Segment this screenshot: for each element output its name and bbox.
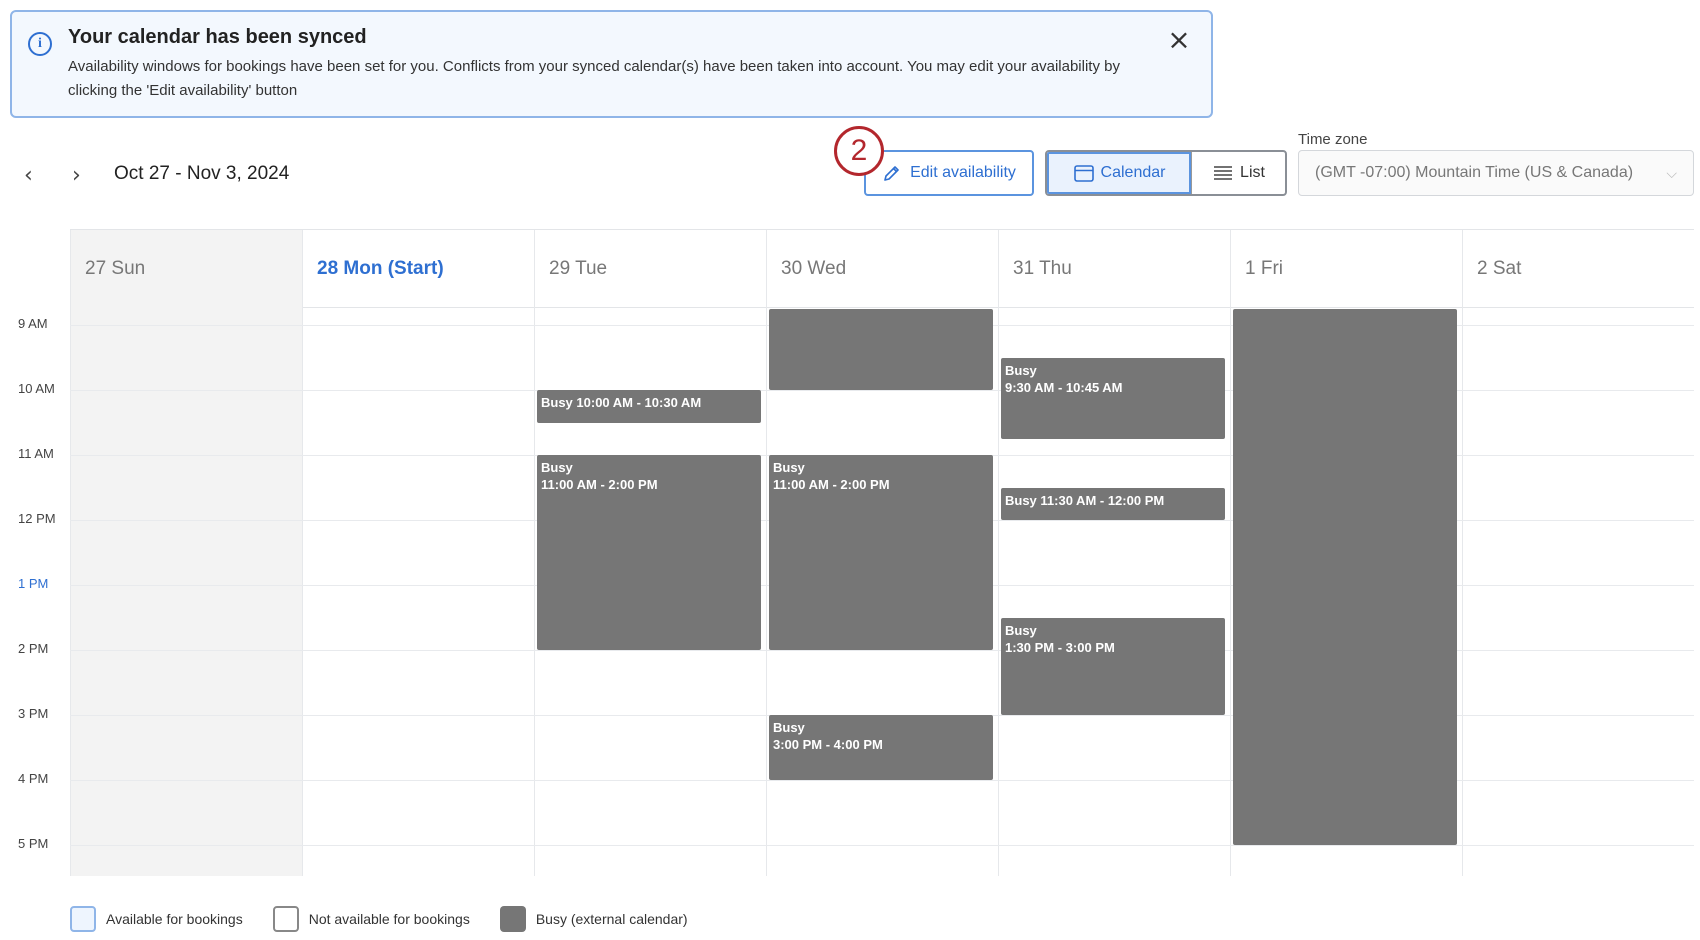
event-label: Busy xyxy=(541,460,573,475)
legend-label: Not available for bookings xyxy=(308,911,470,927)
day-header: 31 Thu xyxy=(1013,258,1072,279)
chevron-down-icon: ⌵ xyxy=(1666,164,1677,181)
hour-label: 11 AM xyxy=(18,446,54,461)
timezone-select[interactable]: (GMT -07:00) Mountain Time (US & Canada)… xyxy=(1298,150,1694,196)
date-range: Oct 27 - Nov 3, 2024 xyxy=(114,163,290,184)
info-icon: i xyxy=(28,32,52,56)
busy-event[interactable] xyxy=(1233,308,1457,845)
banner-message: Availability windows for bookings have b… xyxy=(68,58,1120,99)
hour-label: 2 PM xyxy=(18,641,49,656)
day-header: 30 Wed xyxy=(781,258,847,279)
event-time: 11:00 AM - 2:00 PM xyxy=(541,477,658,492)
hour-label: 4 PM xyxy=(18,771,49,786)
event-time: 3:00 PM - 4:00 PM xyxy=(773,737,883,752)
day-header: 28 Mon (Start) xyxy=(317,258,444,279)
day-header: 2 Sat xyxy=(1477,258,1522,279)
hour-label: 9 AM xyxy=(18,316,48,331)
chevron-right-icon[interactable]: › xyxy=(72,163,81,188)
hour-label: 10 AM xyxy=(18,381,55,396)
calendar-icon xyxy=(1073,165,1094,182)
event-time: 1:30 PM - 3:00 PM xyxy=(1005,639,1115,655)
event-label: Busy 10:00 AM - 10:30 AM xyxy=(541,395,702,410)
timezone-label: Time zone xyxy=(1298,131,1368,148)
day-header: 1 Fri xyxy=(1245,258,1283,279)
chevron-left-icon[interactable]: ‹ xyxy=(24,163,33,188)
busy-event[interactable]: Busy 11:00 AM - 2:00 PM xyxy=(537,455,761,650)
legend-item: Busy (external calendar) xyxy=(499,906,688,932)
list-view-button[interactable]: List xyxy=(1191,152,1285,194)
busy-event[interactable]: Busy 9:30 AM - 10:45 AM xyxy=(1001,357,1225,439)
hour-label: 5 PM xyxy=(18,836,49,851)
event-time: 11:00 AM - 2:00 PM xyxy=(773,477,890,492)
busy-event[interactable]: Busy 3:00 PM - 4:00 PM xyxy=(769,715,993,780)
list-view-label: List xyxy=(1240,164,1265,181)
close-icon[interactable]: × xyxy=(1165,26,1193,54)
legend-label: Available for bookings xyxy=(106,911,243,927)
day-header: 27 Sun xyxy=(85,258,146,279)
day-header: 29 Tue xyxy=(549,258,608,279)
pencil-icon xyxy=(884,166,899,181)
timezone-value: (GMT -07:00) Mountain Time (US & Canada) xyxy=(1315,164,1634,181)
event-label: Busy xyxy=(773,720,805,735)
event-label: Busy xyxy=(773,460,805,475)
event-label: Busy xyxy=(1005,362,1037,378)
sync-banner: i Your calendar has been synced Availabi… xyxy=(10,10,1213,118)
hour-label: 3 PM xyxy=(18,706,49,721)
busy-event[interactable]: Busy 1:30 PM - 3:00 PM xyxy=(1001,617,1225,715)
busy-event[interactable]: Busy 11:30 AM - 12:00 PM xyxy=(1001,487,1225,520)
hour-gridline xyxy=(70,845,1694,846)
list-icon xyxy=(1214,166,1233,180)
calendar-view-button[interactable]: Calendar xyxy=(1047,152,1191,194)
busy-event[interactable]: Busy 11:00 AM - 2:00 PM xyxy=(769,455,993,650)
legend-swatch xyxy=(272,906,299,932)
legend: Available for bookings Not available for … xyxy=(70,906,718,932)
edit-availability-button[interactable]: Edit availability xyxy=(864,150,1034,196)
hour-label: 12 PM xyxy=(18,511,56,526)
event-label: Busy xyxy=(1005,622,1037,638)
edit-availability-label: Edit availability xyxy=(910,164,1016,181)
event-label: Busy 11:30 AM - 12:00 PM xyxy=(1005,492,1165,508)
legend-item: Not available for bookings xyxy=(272,906,470,932)
banner-title: Your calendar has been synced xyxy=(68,26,367,48)
busy-event[interactable]: Busy 10:00 AM - 10:30 AM xyxy=(537,390,761,423)
legend-swatch xyxy=(70,906,96,932)
legend-swatch xyxy=(499,906,526,932)
event-time: 9:30 AM - 10:45 AM xyxy=(1005,379,1123,395)
view-toggle: Calendar List xyxy=(1045,150,1287,196)
hour-label: 1 PM xyxy=(18,576,49,591)
week-calendar-grid: 27 Sun 28 Mon (Start) 29 Tue 30 Wed 31 Thu 1 … xyxy=(70,229,1694,876)
legend-item: Available for bookings xyxy=(70,906,243,932)
legend-label: Busy (external calendar) xyxy=(535,911,688,927)
step-badge: 2 xyxy=(834,126,884,176)
busy-event[interactable] xyxy=(769,308,993,390)
calendar-view-label: Calendar xyxy=(1100,164,1166,181)
